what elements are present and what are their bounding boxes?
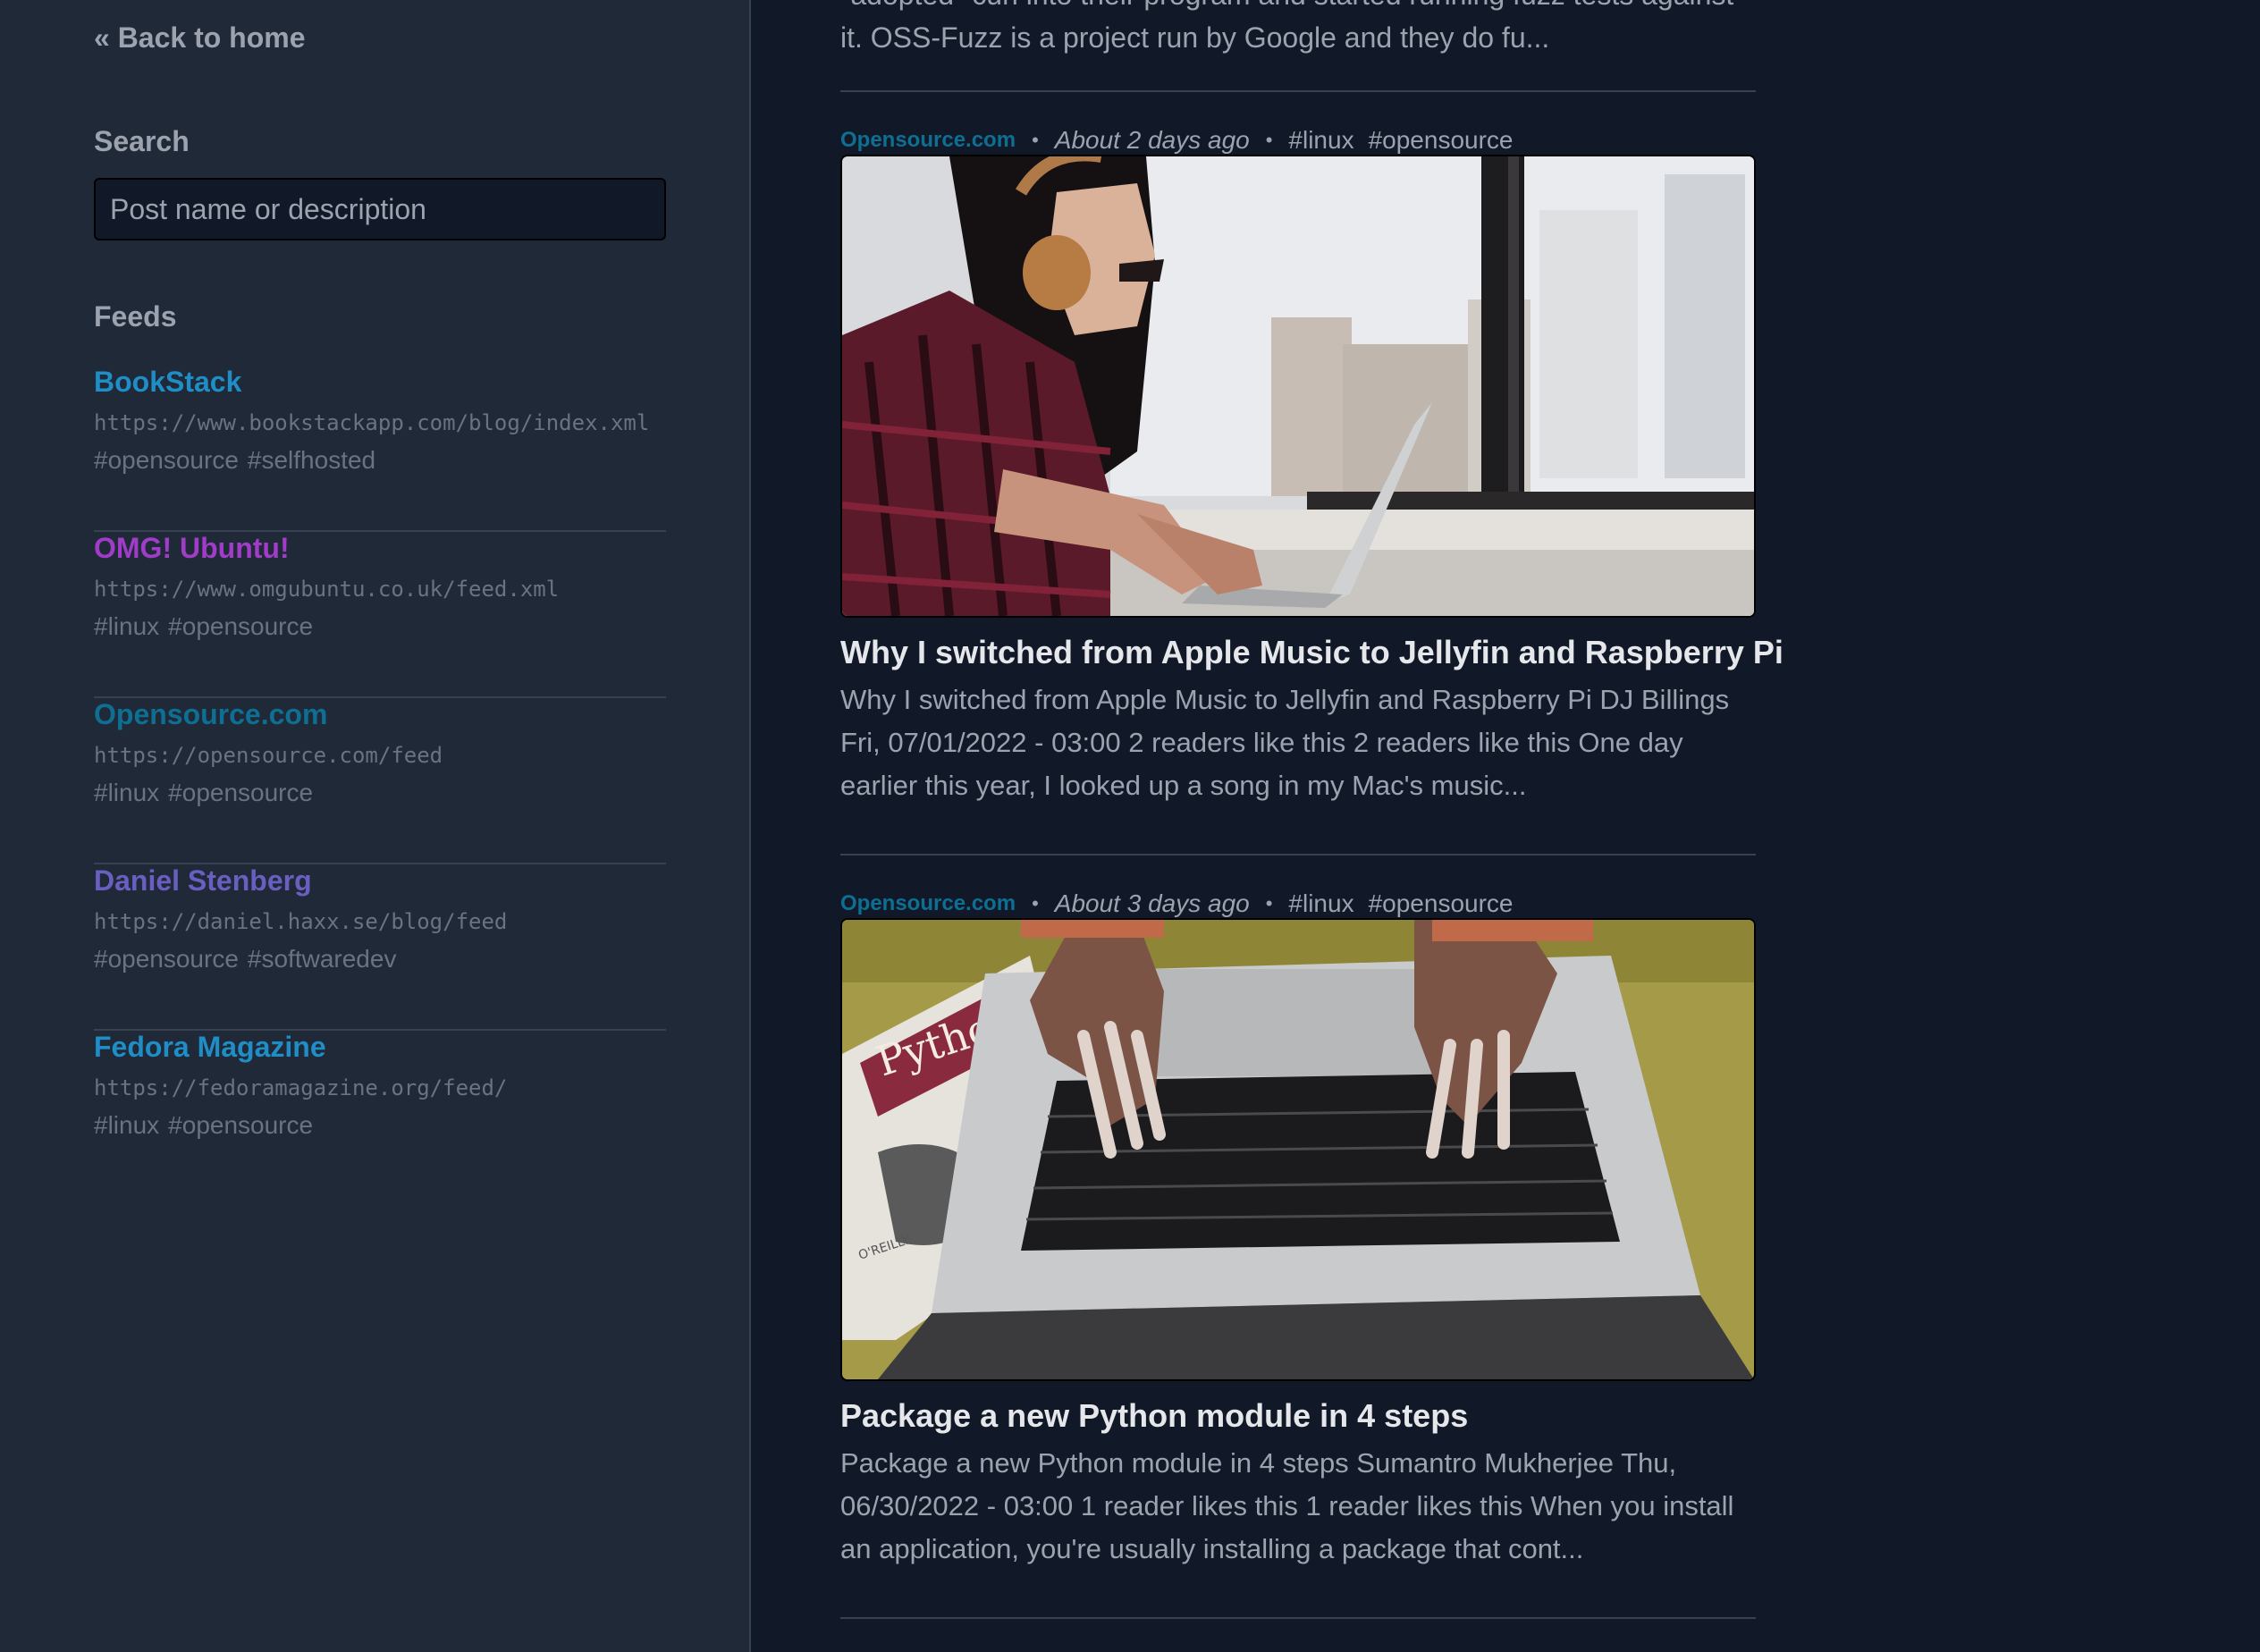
search-input[interactable] bbox=[94, 178, 666, 240]
feed-tag[interactable]: #opensource bbox=[168, 612, 313, 640]
back-to-home-link[interactable]: « Back to home bbox=[94, 21, 306, 55]
post-meta: Opensource.com • About 3 days ago • #lin… bbox=[840, 886, 1528, 922]
post-meta: Opensource.com • About 2 days ago • #lin… bbox=[840, 122, 1528, 158]
meta-separator: • bbox=[1265, 892, 1273, 914]
feed-item-fedora-magazine: Fedora Magazine https://fedoramagazine.o… bbox=[94, 1031, 666, 1197]
post-excerpt: Package a new Python module in 4 steps S… bbox=[840, 1447, 1734, 1564]
feed-item-omg-ubuntu: OMG! Ubuntu! https://www.omgubuntu.co.uk… bbox=[94, 532, 666, 698]
feed-item-daniel-stenberg: Daniel Stenberg https://daniel.haxx.se/b… bbox=[94, 864, 666, 1031]
feed-name[interactable]: Fedora Magazine bbox=[94, 1031, 326, 1064]
meta-separator: • bbox=[1032, 892, 1039, 914]
post-divider bbox=[840, 854, 1756, 856]
feeds-label: Feeds bbox=[94, 300, 177, 333]
feed-tag[interactable]: #linux bbox=[94, 1111, 159, 1139]
feed-item-bookstack: BookStack https://www.bookstackapp.com/b… bbox=[94, 366, 666, 532]
feed-tags: #linux #opensource bbox=[94, 779, 322, 807]
feed-url: https://daniel.haxx.se/blog/feed bbox=[94, 909, 508, 934]
search-label: Search bbox=[94, 125, 190, 157]
feed-url: https://fedoramagazine.org/feed/ bbox=[94, 1075, 508, 1100]
feed-url: https://www.bookstackapp.com/blog/index.… bbox=[94, 410, 650, 435]
feed-tag[interactable]: #selfhosted bbox=[248, 446, 375, 474]
feed-tag[interactable]: #linux bbox=[94, 779, 159, 806]
meta-separator: • bbox=[1032, 129, 1039, 151]
woman-headphones-laptop-image bbox=[842, 156, 1754, 616]
post-divider bbox=[840, 1617, 1756, 1619]
feed-name[interactable]: OMG! Ubuntu! bbox=[94, 532, 290, 565]
post-title[interactable]: Package a new Python module in 4 steps bbox=[840, 1397, 1468, 1435]
meta-separator: • bbox=[1265, 129, 1273, 151]
feed-tag[interactable]: #opensource bbox=[94, 945, 239, 973]
post-card: Opensource.com • About 3 days ago • #lin… bbox=[840, 886, 1756, 1619]
feed-tags: #linux #opensource bbox=[94, 1111, 322, 1140]
post-time: About 3 days ago bbox=[1054, 889, 1250, 917]
post-source-link[interactable]: Opensource.com bbox=[840, 128, 1016, 153]
feed-name[interactable]: BookStack bbox=[94, 366, 241, 399]
feed-tag[interactable]: #opensource bbox=[94, 446, 239, 474]
post-time: About 2 days ago bbox=[1054, 126, 1250, 154]
post-tag[interactable]: #opensource bbox=[1369, 889, 1514, 918]
post-divider bbox=[840, 90, 1756, 92]
feed-tags: #opensource #selfhosted bbox=[94, 446, 384, 475]
feed-tag[interactable]: #softwaredev bbox=[248, 945, 397, 973]
post-list: "adopted" curl into their program and st… bbox=[840, 0, 1784, 1652]
feed-tags: #opensource #softwaredev bbox=[94, 945, 405, 974]
feed-tags: #linux #opensource bbox=[94, 612, 322, 641]
post-thumbnail[interactable]: Python O'REILLY bbox=[840, 918, 1756, 1381]
feed-tag[interactable]: #opensource bbox=[168, 1111, 313, 1139]
post-tag[interactable]: #linux bbox=[1288, 889, 1353, 918]
post-title[interactable]: Why I switched from Apple Music to Jelly… bbox=[840, 634, 1784, 671]
app: « Back to home Search Feeds BookStack ht… bbox=[0, 0, 2260, 1652]
feed-url: https://www.omgubuntu.co.uk/feed.xml bbox=[94, 577, 560, 602]
previous-post-excerpt: "adopted" curl into their program and st… bbox=[840, 0, 1733, 54]
sidebar: « Back to home Search Feeds BookStack ht… bbox=[0, 0, 751, 1652]
feed-item-opensource-com: Opensource.com https://opensource.com/fe… bbox=[94, 698, 666, 864]
feed-name[interactable]: Daniel Stenberg bbox=[94, 864, 312, 898]
feed-tag[interactable]: #opensource bbox=[168, 779, 313, 806]
post-tag[interactable]: #opensource bbox=[1369, 126, 1514, 155]
post-excerpt: Why I switched from Apple Music to Jelly… bbox=[840, 684, 1730, 801]
hands-typing-laptop-image: Python O'REILLY bbox=[842, 920, 1754, 1379]
post-tag[interactable]: #linux bbox=[1288, 126, 1353, 155]
post-source-link[interactable]: Opensource.com bbox=[840, 891, 1016, 916]
feed-tag[interactable]: #linux bbox=[94, 612, 159, 640]
feed-url: https://opensource.com/feed bbox=[94, 743, 443, 768]
post-card: Opensource.com • About 2 days ago • #lin… bbox=[840, 122, 1784, 856]
post-thumbnail[interactable] bbox=[840, 155, 1756, 618]
feed-name[interactable]: Opensource.com bbox=[94, 698, 327, 731]
